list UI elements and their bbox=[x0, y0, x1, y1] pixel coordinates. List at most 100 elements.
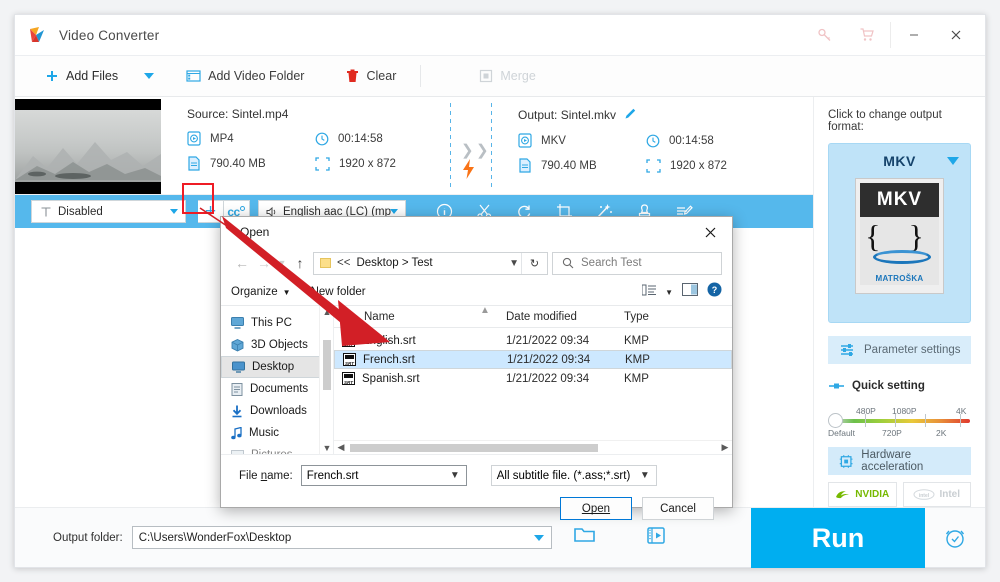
open-button[interactable]: Open bbox=[560, 497, 632, 520]
pictures-icon bbox=[231, 449, 244, 454]
chevron-down-icon[interactable]: ▼ bbox=[640, 470, 650, 481]
view-mode-icon[interactable] bbox=[641, 283, 657, 301]
file-name-input[interactable]: French.srt ▼ bbox=[300, 465, 467, 486]
run-label: Run bbox=[811, 522, 865, 553]
dialog-title-bar: Open bbox=[221, 217, 732, 247]
output-folder-value: C:\Users\WonderFox\Desktop bbox=[138, 531, 292, 544]
mkv-logo: MKV { } MATROŠKA bbox=[855, 178, 944, 294]
minimize-icon[interactable] bbox=[893, 15, 935, 55]
search-placeholder: Search Test bbox=[581, 257, 642, 269]
slider-knob[interactable] bbox=[828, 413, 843, 428]
file-type: KMP bbox=[625, 353, 650, 366]
alarm-clock-icon[interactable] bbox=[925, 508, 985, 568]
dialog-view-controls: ▼ ? bbox=[641, 282, 722, 302]
sidebar-label: 3D Objects bbox=[251, 339, 308, 351]
breadcrumb-prefix: << bbox=[337, 257, 351, 269]
output-resolution: 1920 x 872 bbox=[646, 158, 774, 173]
cart-icon[interactable] bbox=[846, 15, 888, 55]
dialog-close-icon[interactable] bbox=[689, 217, 732, 247]
refresh-icon[interactable]: ↻ bbox=[521, 252, 547, 274]
slider-label-4k: 4K bbox=[956, 406, 967, 416]
sidebar-item-downloads[interactable]: Downloads bbox=[221, 400, 333, 422]
up-icon[interactable]: ↑ bbox=[289, 255, 311, 271]
sidebar-item-documents[interactable]: Documents bbox=[221, 378, 333, 400]
slider-label-2k: 2K bbox=[936, 428, 947, 438]
sidebar-scrollbar[interactable]: ▲ ▼ bbox=[319, 306, 333, 454]
add-files-label: Add Files bbox=[66, 69, 119, 83]
video-thumbnail[interactable] bbox=[15, 99, 161, 194]
chevron-down-icon[interactable] bbox=[533, 534, 544, 541]
new-folder-button[interactable]: New folder bbox=[311, 286, 366, 298]
view-dropdown-icon[interactable]: ▼ bbox=[665, 288, 673, 297]
file-list: Name ▲ Date modified Type English.srt 1/… bbox=[334, 305, 732, 454]
add-video-folder-button[interactable]: Add Video Folder bbox=[176, 56, 314, 97]
add-files-dropdown-icon[interactable] bbox=[144, 73, 155, 79]
output-format-box[interactable]: MKV MKV { } MATROŠKA bbox=[828, 143, 971, 323]
merge-button[interactable]: Merge bbox=[469, 56, 545, 97]
history-dropdown-icon[interactable]: ▼ bbox=[275, 258, 289, 268]
main-toolbar: Add Files Add Video Folder Clear Merge bbox=[15, 56, 985, 97]
srt-file-icon bbox=[342, 334, 355, 347]
resolution-icon bbox=[646, 158, 661, 173]
table-row[interactable]: English.srt 1/21/2022 09:34 KMP bbox=[334, 331, 732, 350]
scroll-down-icon[interactable]: ▼ bbox=[320, 443, 333, 453]
scroll-left-icon[interactable]: ◀ bbox=[334, 442, 348, 453]
parameter-settings-button[interactable]: Parameter settings bbox=[828, 336, 971, 364]
hardware-acceleration-button[interactable]: Hardware acceleration bbox=[828, 447, 971, 475]
gpu-nvidia-label: NVIDIA bbox=[855, 489, 890, 500]
sidebar-label: This PC bbox=[251, 317, 292, 329]
preview-pane-icon[interactable] bbox=[682, 283, 698, 301]
output-block: Output: Sintel.mkv MKV 00:14:58 790.40 M… bbox=[518, 107, 774, 173]
output-title: Output: Sintel.mkv bbox=[518, 108, 617, 122]
output-folder-label: Output folder: bbox=[53, 531, 123, 544]
sidebar-item-desktop[interactable]: Desktop bbox=[221, 356, 333, 378]
run-button[interactable]: Run bbox=[751, 508, 925, 568]
mkv-caption: MATROŠKA bbox=[875, 274, 924, 283]
breadcrumb-path: Desktop > Test bbox=[356, 257, 433, 269]
sidebar-item-3d-objects[interactable]: 3D Objects bbox=[221, 334, 333, 356]
sidebar-item-this-pc[interactable]: This PC bbox=[221, 312, 333, 334]
file-list-hscrollbar[interactable]: ◀ ▶ bbox=[334, 440, 732, 454]
file-type: KMP bbox=[624, 334, 649, 347]
add-files-button[interactable]: Add Files bbox=[35, 56, 128, 97]
dialog-sidebar: This PC 3D Objects Desktop Documents Dow… bbox=[221, 306, 334, 454]
file-type-select[interactable]: All subtitle file. (*.ass;*.srt) ▼ bbox=[490, 465, 657, 486]
table-row[interactable]: Spanish.srt 1/21/2022 09:34 KMP bbox=[334, 369, 732, 388]
gpu-intel-toggle[interactable]: intel Intel bbox=[902, 482, 971, 507]
breadcrumb[interactable]: << Desktop > Test ▼ ↻ bbox=[313, 251, 548, 275]
search-input[interactable]: Search Test bbox=[552, 251, 722, 275]
close-icon[interactable] bbox=[935, 15, 977, 55]
back-icon[interactable]: ← bbox=[231, 255, 253, 271]
sidebar-item-pictures[interactable]: Pictures bbox=[221, 444, 333, 454]
gpu-nvidia-toggle[interactable]: NVIDIA bbox=[828, 482, 897, 507]
scrollbar-thumb[interactable] bbox=[323, 340, 331, 390]
help-icon[interactable]: ? bbox=[707, 282, 722, 302]
quality-slider[interactable]: 480P 1080P 4K Default 720P 2K bbox=[828, 406, 971, 441]
subtitle-select[interactable]: Disabled bbox=[31, 200, 186, 223]
file-list-header: Name ▲ Date modified Type bbox=[334, 305, 732, 328]
forward-icon[interactable]: → bbox=[253, 255, 275, 271]
clock-icon bbox=[646, 134, 660, 148]
edit-pencil-icon[interactable] bbox=[624, 107, 637, 123]
column-type[interactable]: Type bbox=[624, 311, 649, 323]
chevron-down-icon[interactable]: ▼ bbox=[450, 470, 460, 481]
cancel-button[interactable]: Cancel bbox=[642, 497, 714, 520]
music-icon bbox=[231, 426, 242, 439]
chevron-down-icon[interactable] bbox=[947, 157, 959, 165]
table-row[interactable]: French.srt 1/21/2022 09:34 KMP bbox=[334, 350, 732, 369]
hscrollbar-thumb[interactable] bbox=[350, 443, 598, 452]
source-format: MP4 bbox=[187, 131, 315, 146]
organize-button[interactable]: Organize ▼ bbox=[231, 286, 291, 298]
column-date-modified[interactable]: Date modified bbox=[506, 311, 624, 323]
dialog-title: Open bbox=[240, 225, 270, 239]
chevron-down-icon[interactable]: ▼ bbox=[509, 258, 519, 269]
scroll-right-icon[interactable]: ▶ bbox=[718, 442, 732, 453]
key-icon[interactable] bbox=[804, 15, 846, 55]
document-icon bbox=[518, 158, 532, 173]
output-format-value: MKV bbox=[541, 134, 566, 147]
quick-setting-icon bbox=[829, 383, 844, 389]
sidebar-item-music[interactable]: Music bbox=[221, 422, 333, 444]
chevron-right-icon-1: ❯ bbox=[461, 142, 474, 159]
clear-button[interactable]: Clear bbox=[336, 56, 406, 97]
scroll-up-icon[interactable]: ▲ bbox=[320, 307, 333, 317]
